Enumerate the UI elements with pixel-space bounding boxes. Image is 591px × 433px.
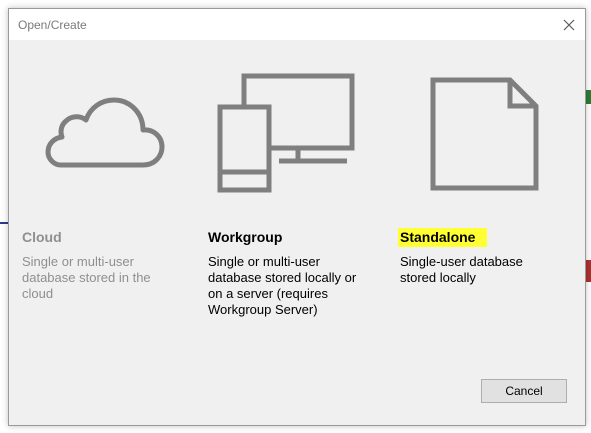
cloud-icon [45, 97, 165, 168]
highlight-mark: Standalone [398, 228, 488, 247]
close-button[interactable] [557, 13, 581, 37]
cancel-button[interactable]: Cancel [481, 379, 567, 403]
dialog-title: Open/Create [18, 18, 87, 32]
background-line [0, 222, 8, 224]
option-description: Single-user database stored locally [400, 254, 523, 285]
option-title: Standalone [398, 228, 488, 247]
document-icon [430, 77, 539, 191]
option-description: Single or multi-user database stored in … [22, 254, 151, 301]
option-workgroup[interactable]: Workgroup Single or multi-user database … [207, 69, 377, 339]
option-cloud[interactable]: Cloud Single or multi-user database stor… [21, 69, 191, 339]
close-icon [563, 19, 575, 31]
devices-icon [217, 73, 355, 193]
background-mark [586, 260, 591, 282]
option-standalone[interactable]: Standalone Single-user database stored l… [398, 69, 569, 339]
option-title: Workgroup [208, 229, 283, 245]
open-create-dialog: Open/Create Cloud Single or multi-user d… [8, 8, 586, 426]
dialog-titlebar: Open/Create [9, 9, 585, 40]
option-description: Single or multi-user database stored loc… [208, 254, 357, 317]
background-mark [586, 90, 591, 104]
option-title: Cloud [22, 229, 62, 245]
